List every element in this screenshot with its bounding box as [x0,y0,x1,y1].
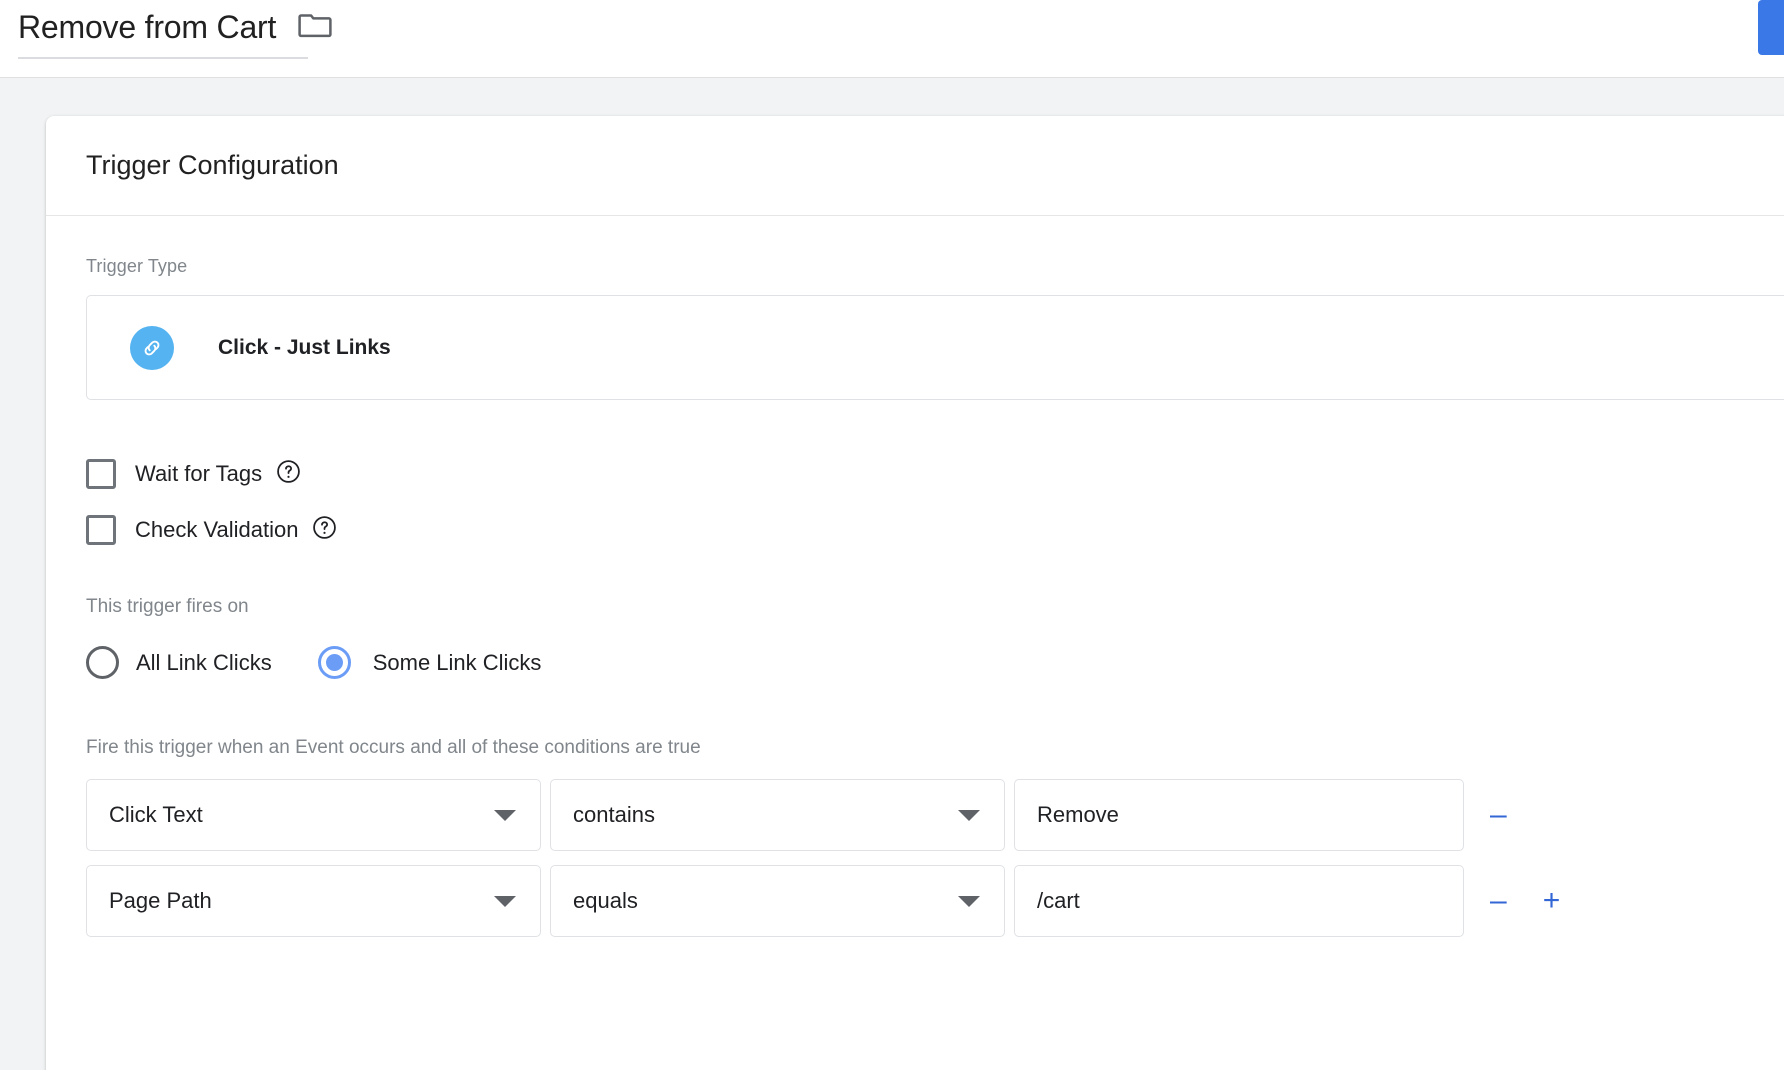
condition-value-text: Remove [1037,802,1119,827]
help-icon[interactable] [276,459,301,489]
condition-row: Page Path equals /cart – + [86,863,1784,939]
trigger-type-label: Trigger Type [86,256,188,276]
chevron-down-icon [494,895,516,907]
condition-row-actions: – + [1490,886,1560,916]
top-bar: Remove from Cart [0,0,1784,78]
condition-operator-select[interactable]: contains [550,779,1005,851]
radio-label: Some Link Clicks [372,649,542,675]
title-underline [18,57,308,59]
radio-label: All Link Clicks [136,649,272,675]
remove-condition-button[interactable]: – [1490,886,1507,916]
conditions-list: Click Text contains Remove – Page Path e… [86,777,1784,939]
condition-value-input[interactable]: /cart [1014,865,1464,937]
fires-on-radio-group: All Link Clicks Some Link Clicks [86,646,1784,679]
chevron-down-icon [958,809,980,821]
help-icon[interactable] [312,515,337,545]
folder-icon[interactable] [298,11,332,44]
card-content: Trigger Type Click - Just Links Wait for… [46,216,1784,939]
wait-for-tags-checkbox[interactable] [86,459,116,489]
condition-value-input[interactable]: Remove [1014,779,1464,851]
condition-operator-value: equals [573,888,638,913]
add-condition-button[interactable]: + [1543,886,1561,916]
checkbox-group: Wait for Tags Check Validation [86,446,1784,558]
remove-condition-button[interactable]: – [1490,800,1507,830]
title-group: Remove from Cart [18,4,332,50]
save-button[interactable] [1758,0,1784,55]
check-validation-label: Check Validation [135,517,299,542]
check-validation-row[interactable]: Check Validation [86,502,1784,558]
page-body: Trigger Configuration Trigger Type Click… [0,78,1784,1070]
condition-row: Click Text contains Remove – [86,777,1784,853]
condition-operator-select[interactable]: equals [550,865,1005,937]
card-header: Trigger Configuration [46,116,1784,216]
trigger-type-name: Click - Just Links [218,335,391,359]
wait-for-tags-row[interactable]: Wait for Tags [86,446,1784,502]
condition-variable-select[interactable]: Page Path [86,865,541,937]
conditions-description: Fire this trigger when an Event occurs a… [86,737,701,758]
check-validation-checkbox[interactable] [86,515,116,545]
condition-row-actions: – [1490,800,1573,830]
wait-for-tags-label: Wait for Tags [135,461,263,486]
radio-button-selected[interactable] [317,646,351,679]
trigger-configuration-card: Trigger Configuration Trigger Type Click… [46,116,1784,1070]
condition-variable-value: Click Text [109,802,203,827]
card-title: Trigger Configuration [86,150,339,180]
radio-some-link-clicks[interactable]: Some Link Clicks [317,646,542,679]
condition-variable-value: Page Path [109,888,212,913]
radio-all-link-clicks[interactable]: All Link Clicks [86,646,272,679]
condition-variable-select[interactable]: Click Text [86,779,541,851]
chevron-down-icon [958,895,980,907]
chevron-down-icon [494,809,516,821]
radio-button[interactable] [86,646,119,679]
fires-on-label: This trigger fires on [86,596,249,617]
condition-operator-value: contains [573,802,655,827]
trigger-type-selector[interactable]: Click - Just Links [86,295,1784,400]
condition-value-text: /cart [1037,888,1080,913]
link-icon [130,325,174,370]
page-title: Remove from Cart [18,9,277,45]
